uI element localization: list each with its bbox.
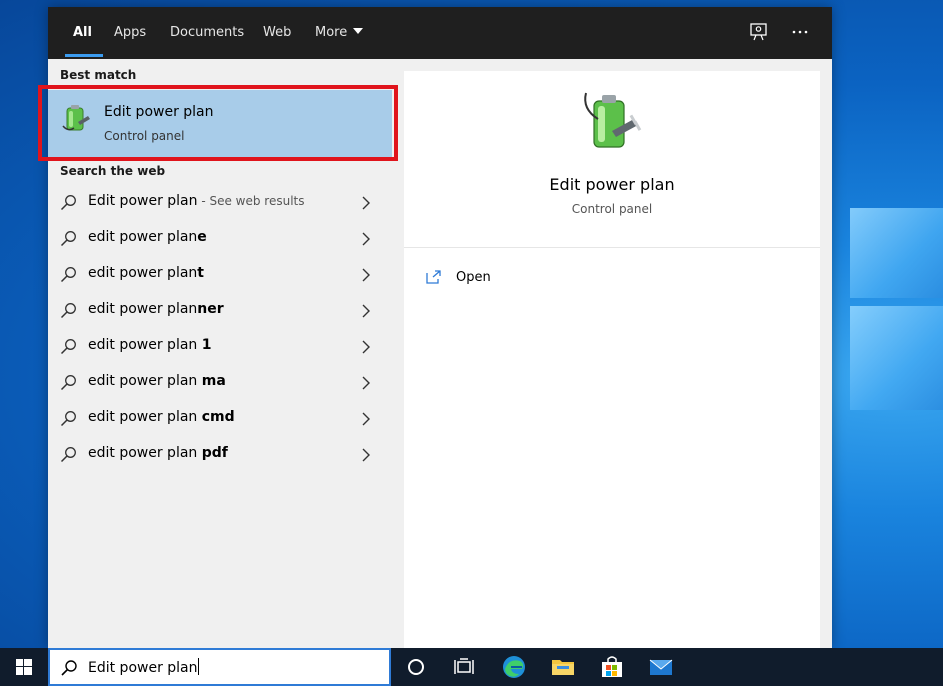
web-suggestion-text: edit power plane (88, 229, 207, 245)
wallpaper-logo-pane (850, 306, 943, 410)
task-view-icon[interactable] (451, 654, 477, 680)
web-suggestion-row[interactable]: edit power plan ma (48, 364, 392, 400)
search-window: All Apps Documents Web More Best match E… (38, 7, 832, 648)
search-icon (60, 410, 77, 427)
best-match-title: Edit power plan (104, 104, 214, 120)
feedback-icon[interactable] (748, 21, 770, 43)
web-suggestion-row[interactable]: edit power plan pdf (48, 436, 392, 472)
chevron-right-icon (360, 447, 372, 462)
microsoft-store-icon[interactable] (599, 654, 625, 680)
search-input[interactable]: Edit power plan (88, 658, 199, 676)
file-explorer-icon[interactable] (550, 654, 576, 680)
search-filter-bar: All Apps Documents Web More (48, 7, 832, 59)
preview-divider (404, 247, 820, 248)
web-suggestion-row[interactable]: edit power planner (48, 292, 392, 328)
open-label: Open (456, 270, 491, 285)
active-tab-indicator (65, 54, 103, 57)
web-suggestion-row[interactable]: edit power plant (48, 256, 392, 292)
web-suggestion-text: edit power plan cmd (88, 409, 235, 425)
start-button[interactable] (0, 648, 48, 686)
web-suggestion-row[interactable]: Edit power plan - See web results (48, 184, 392, 220)
more-options-icon[interactable] (789, 21, 811, 43)
chevron-right-icon (360, 231, 372, 246)
web-suggestion-text: edit power planner (88, 301, 224, 317)
search-icon (60, 266, 77, 283)
taskbar: Edit power plan (0, 648, 943, 686)
search-the-web-label: Search the web (60, 164, 166, 178)
chevron-right-icon (360, 375, 372, 390)
tab-web[interactable]: Web (263, 7, 291, 59)
search-icon (60, 446, 77, 463)
chevron-right-icon (360, 267, 372, 282)
search-icon (60, 230, 77, 247)
chevron-right-icon (360, 195, 372, 210)
web-suggestion-text: edit power plan ma (88, 373, 226, 389)
best-match-subtitle: Control panel (104, 129, 185, 143)
preview-pane: Edit power plan Control panel Open (404, 71, 820, 648)
chevron-down-icon (353, 28, 364, 34)
search-icon (60, 374, 77, 391)
tab-more[interactable]: More (315, 7, 364, 59)
edge-browser-icon[interactable] (501, 654, 527, 680)
web-suggestion-row[interactable]: edit power plane (48, 220, 392, 256)
web-suggestion-text: edit power plan 1 (88, 337, 212, 353)
tab-apps[interactable]: Apps (114, 7, 146, 59)
best-match-label: Best match (60, 68, 137, 82)
text-cursor (197, 658, 199, 675)
windows-logo-icon (16, 659, 32, 675)
results-list: Best match Edit power plan Control panel… (38, 59, 398, 648)
chevron-right-icon (360, 339, 372, 354)
mail-icon[interactable] (648, 654, 674, 680)
search-icon (60, 194, 77, 211)
power-plan-icon (60, 102, 92, 134)
open-action[interactable]: Open (426, 267, 546, 291)
web-suggestion-text: edit power plan pdf (88, 445, 228, 461)
chevron-right-icon (360, 303, 372, 318)
tab-documents[interactable]: Documents (170, 7, 244, 59)
chevron-right-icon (360, 411, 372, 426)
web-suggestion-row[interactable]: edit power plan cmd (48, 400, 392, 436)
preview-title: Edit power plan (549, 175, 675, 194)
best-match-result[interactable]: Edit power plan Control panel (48, 90, 392, 160)
cortana-icon[interactable] (403, 654, 429, 680)
web-suggestion-text: edit power plant (88, 265, 204, 281)
search-icon (60, 659, 78, 677)
wallpaper-logo-pane (850, 208, 943, 298)
web-suggestion-text: Edit power plan - See web results (88, 193, 305, 209)
taskbar-search-box[interactable]: Edit power plan (48, 648, 391, 686)
open-icon (426, 269, 442, 284)
tab-all[interactable]: All (73, 7, 92, 59)
power-plan-large-icon (580, 89, 644, 157)
search-icon (60, 302, 77, 319)
web-suggestion-row[interactable]: edit power plan 1 (48, 328, 392, 364)
preview-subtitle: Control panel (571, 202, 653, 216)
search-icon (60, 338, 77, 355)
